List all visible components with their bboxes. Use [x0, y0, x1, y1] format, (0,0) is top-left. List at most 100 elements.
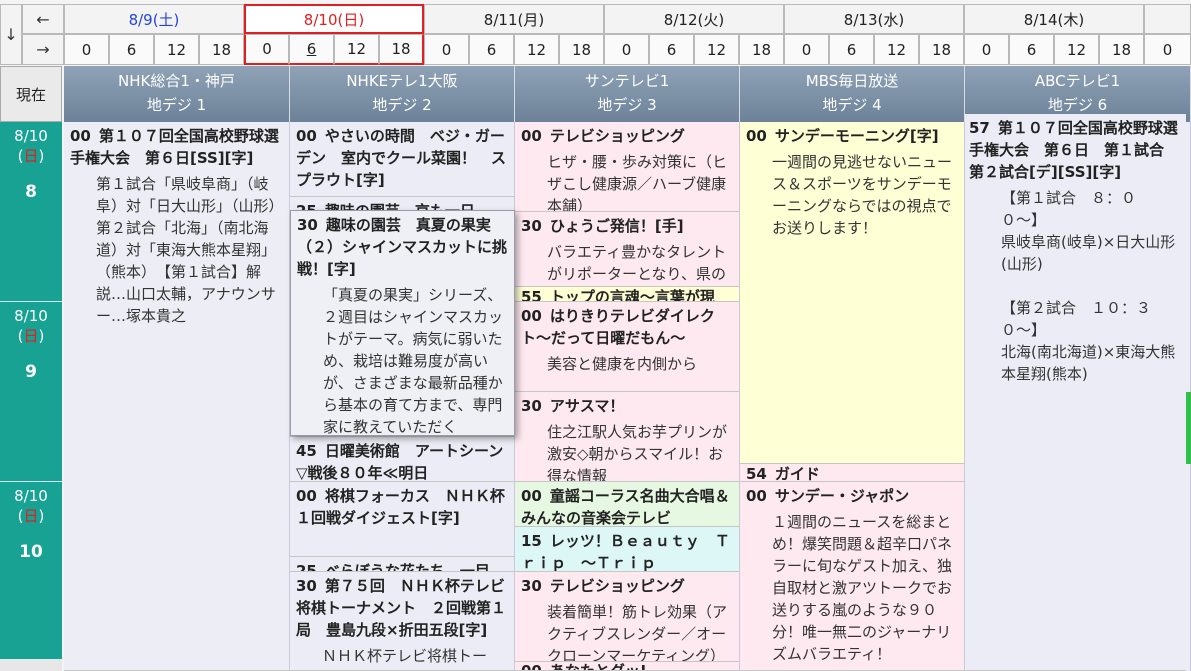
channel-name: ABCテレビ1 — [1034, 72, 1121, 90]
time-date: 8/10 — [14, 487, 48, 505]
hour-button[interactable]: 18 — [919, 34, 964, 65]
program-cell[interactable]: 00 はりきりテレビダイレクト〜だって日曜だもん〜 美容と健康を内側から — [515, 302, 739, 392]
time-hour: 10 — [19, 542, 43, 562]
program-title: 00 童謡コーラス名曲大合唱＆みんなの音楽会テレビ — [521, 487, 730, 527]
program-cell[interactable]: 00 童謡コーラス名曲大合唱＆みんなの音楽会テレビ — [515, 482, 739, 527]
hour-button[interactable]: 12 — [694, 34, 739, 65]
time-weekday: (日) — [17, 327, 45, 345]
now-label: 現在 — [15, 85, 46, 104]
program-cell[interactable]: 00 やさいの時間 ベジ・ガーデン 室内でクール菜園！ スプラウト[字] — [290, 122, 514, 197]
channel-header-nhk1[interactable]: NHK総合1・神戸 地デジ 1 — [64, 66, 290, 122]
down-arrow-button[interactable]: ↓ — [0, 4, 22, 65]
program-cell[interactable]: 55 トップの言魂〜言葉が現 — [515, 287, 739, 302]
hour-button[interactable]: 0 — [64, 34, 109, 65]
day-tab[interactable]: 8/14(木) — [964, 4, 1144, 34]
hour-button[interactable]: 18 — [379, 34, 424, 65]
hour-button[interactable]: 18 — [739, 34, 784, 65]
hour-button[interactable]: 12 — [1054, 34, 1099, 65]
program-title: 00 はりきりテレビダイレクト〜だって日曜だもん〜 — [521, 307, 715, 347]
next-day-button[interactable]: → — [22, 34, 64, 65]
program-cell[interactable]: 00 第１０７回全国高校野球選手権大会 第６日[SS][字] 第１試合「県岐阜商」… — [64, 122, 289, 671]
time-block-next — [0, 660, 62, 671]
left-arrow-icon: ← — [36, 9, 50, 29]
program-desc: 一週間の見逃せないニュース＆スポーツをサンデーモーニングならではの視点でお送りし… — [772, 153, 953, 237]
channel-name: MBS毎日放送 — [805, 72, 899, 90]
column-mbs: 00 サンデーモーニング[字] 一週間の見逃せないニュース＆スポーツをサンデーモー… — [740, 122, 965, 671]
hour-button[interactable]: 0 — [604, 34, 649, 65]
day-tab[interactable] — [1144, 4, 1191, 34]
hour-button[interactable]: 6 — [289, 34, 334, 65]
program-cell[interactable]: 30 テレビショッピング 装着簡単！筋トレ効果（アクティブスレンダー／オークローン… — [515, 572, 739, 662]
program-detail-popup: 30 趣味の園芸 真夏の果実（２）シャインマスカットに挑戦！[字] 「真夏の果実」… — [290, 210, 515, 436]
day-tab[interactable]: 8/12(火) — [604, 4, 784, 34]
program-cell[interactable]: 00 将棋フォーカス ＮＨＫ杯 １回戦ダイジェスト[字] — [290, 482, 514, 557]
program-title: 54 ガイド — [746, 465, 820, 482]
time-block-10: 8/10 (日) 10 — [0, 482, 62, 660]
channel-header-sun[interactable]: サンテレビ1 地デジ 3 — [515, 66, 740, 122]
program-desc: ＮＨＫ杯テレビ将棋トー — [322, 647, 488, 665]
program-cell[interactable]: 54 ガイド — [740, 464, 964, 482]
hour-button[interactable]: 18 — [199, 34, 244, 65]
program-cell[interactable]: 00 テレビショッピング ヒザ・腰・歩み対策に（ヒザこし健康源／ハーブ健康本舗） — [515, 122, 739, 212]
program-title: 00 将棋フォーカス ＮＨＫ杯 １回戦ダイジェスト[字] — [296, 487, 514, 527]
program-desc: 第１試合「県岐阜商」（岐阜）対「日大山形」（山形） 第２試合「北海」（南北海道）… — [96, 175, 289, 325]
day-tab[interactable]: 8/10(日) — [244, 4, 424, 34]
hour-button[interactable]: 6 — [649, 34, 694, 65]
column-abc: 57 第１０７回全国高校野球選手権大会 第６日 第１試合 第２試合[デ][SS][… — [965, 114, 1191, 671]
hour-button[interactable]: 0 — [244, 34, 289, 65]
prev-day-button[interactable]: ← — [22, 4, 64, 34]
program-title: 25 べらぼうな花たち 一目 — [296, 562, 490, 572]
program-cell[interactable]: 00 サンデー・ジャポン １週間のニュースを総まとめ！爆笑問題＆超辛口パネラーに旬… — [740, 482, 964, 671]
channel-number: 地デジ 1 — [146, 96, 207, 114]
hour-button[interactable]: 0 — [784, 34, 829, 65]
hour-button[interactable]: 12 — [874, 34, 919, 65]
scroll-position-marker[interactable] — [1186, 392, 1191, 464]
channel-number: 地デジ 3 — [597, 96, 657, 114]
time-block-8: 8/10 (日) 8 — [0, 122, 62, 302]
program-cell[interactable]: 45 日曜美術館 アートシーン▽戦後８０年≪明日 — [290, 437, 514, 482]
hour-button[interactable]: 18 — [559, 34, 604, 65]
hour-button[interactable]: 12 — [514, 34, 559, 65]
day-tab[interactable]: 8/9(土) — [64, 4, 244, 34]
now-button[interactable]: 現在 — [0, 66, 62, 122]
time-hour: 9 — [25, 362, 37, 382]
program-cell[interactable]: 30 アサスマ！ 住之江駅人気お芋プリンが激安◇朝からスマイル！お得な情報 — [515, 392, 739, 482]
program-desc: １週間のニュースを総まとめ！爆笑問題＆超辛口パネラーに旬なゲスト加え、独自取材と… — [772, 513, 953, 663]
program-desc: 装着簡単！筋トレ効果（アクティブスレンダー／オークローンマーケティング） — [547, 603, 728, 662]
day-tab[interactable]: 8/11(月) — [424, 4, 604, 34]
program-desc: 美容と健康を内側から — [547, 355, 698, 373]
hour-button[interactable]: 6 — [1009, 34, 1054, 65]
channel-number: 地デジ 2 — [372, 96, 432, 114]
program-cell[interactable]: 00 サンデーモーニング[字] 一週間の見逃せないニュース＆スポーツをサンデーモー… — [740, 122, 964, 464]
time-weekday: (日) — [17, 507, 45, 525]
channel-name: NHK総合1・神戸 — [118, 72, 235, 90]
popup-title: 30 趣味の園芸 真夏の果実（２）シャインマスカットに挑戦！[字] — [297, 216, 508, 278]
program-cell[interactable]: 00 あなたとグッ! — [515, 662, 739, 671]
hour-button[interactable]: 12 — [154, 34, 199, 65]
program-cell[interactable]: 25 べらぼうな花たち 一目 — [290, 557, 514, 572]
program-title: 00 サンデーモーニング[字] — [746, 127, 939, 145]
program-cell[interactable]: 30 第７５回 ＮＨＫ杯テレビ将棋トーナメント ２回戦第１局 豊島九段×折田五段[… — [290, 572, 514, 671]
hour-button[interactable]: 18 — [1099, 34, 1144, 65]
program-desc: 住之江駅人気お芋プリンが激安◇朝からスマイル！お得な情報 — [547, 423, 728, 482]
time-block-9: 8/10 (日) 9 — [0, 302, 62, 482]
hour-button[interactable]: 0 — [424, 34, 469, 65]
hour-button[interactable]: 0 — [1144, 34, 1191, 65]
column-sun: 00 テレビショッピング ヒザ・腰・歩み対策に（ヒザこし健康源／ハーブ健康本舗） … — [515, 122, 740, 671]
hour-button[interactable]: 6 — [829, 34, 874, 65]
program-cell[interactable]: 15 レッツ！Ｂｅａｕｔｙ Ｔｒｉｐ 〜Ｔｒｉｐ — [515, 527, 739, 572]
program-title: 00 やさいの時間 ベジ・ガーデン 室内でクール菜園！ スプラウト[字] — [296, 127, 507, 189]
program-title: 30 第７５回 ＮＨＫ杯テレビ将棋トーナメント ２回戦第１局 豊島九段×折田五段[… — [296, 577, 507, 639]
day-tab[interactable]: 8/13(水) — [784, 4, 964, 34]
program-title: 00 あなたとグッ! — [521, 662, 647, 671]
hour-button[interactable]: 12 — [334, 34, 379, 65]
channel-name: NHKEテレ1大阪 — [346, 72, 458, 90]
hour-button[interactable]: 0 — [964, 34, 1009, 65]
hour-button[interactable]: 6 — [469, 34, 514, 65]
channel-header-mbs[interactable]: MBS毎日放送 地デジ 4 — [740, 66, 965, 122]
hour-button[interactable]: 6 — [109, 34, 154, 65]
program-title: 30 アサスマ！ — [521, 397, 625, 415]
program-cell[interactable]: 57 第１０７回全国高校野球選手権大会 第６日 第１試合 第２試合[デ][SS][… — [965, 114, 1186, 671]
channel-header-etv[interactable]: NHKEテレ1大阪 地デジ 2 — [290, 66, 515, 122]
program-cell[interactable]: 30ひょうご発信！[手] バラエティ豊かなタレントがリポーターとなり、県の取り — [515, 212, 739, 287]
